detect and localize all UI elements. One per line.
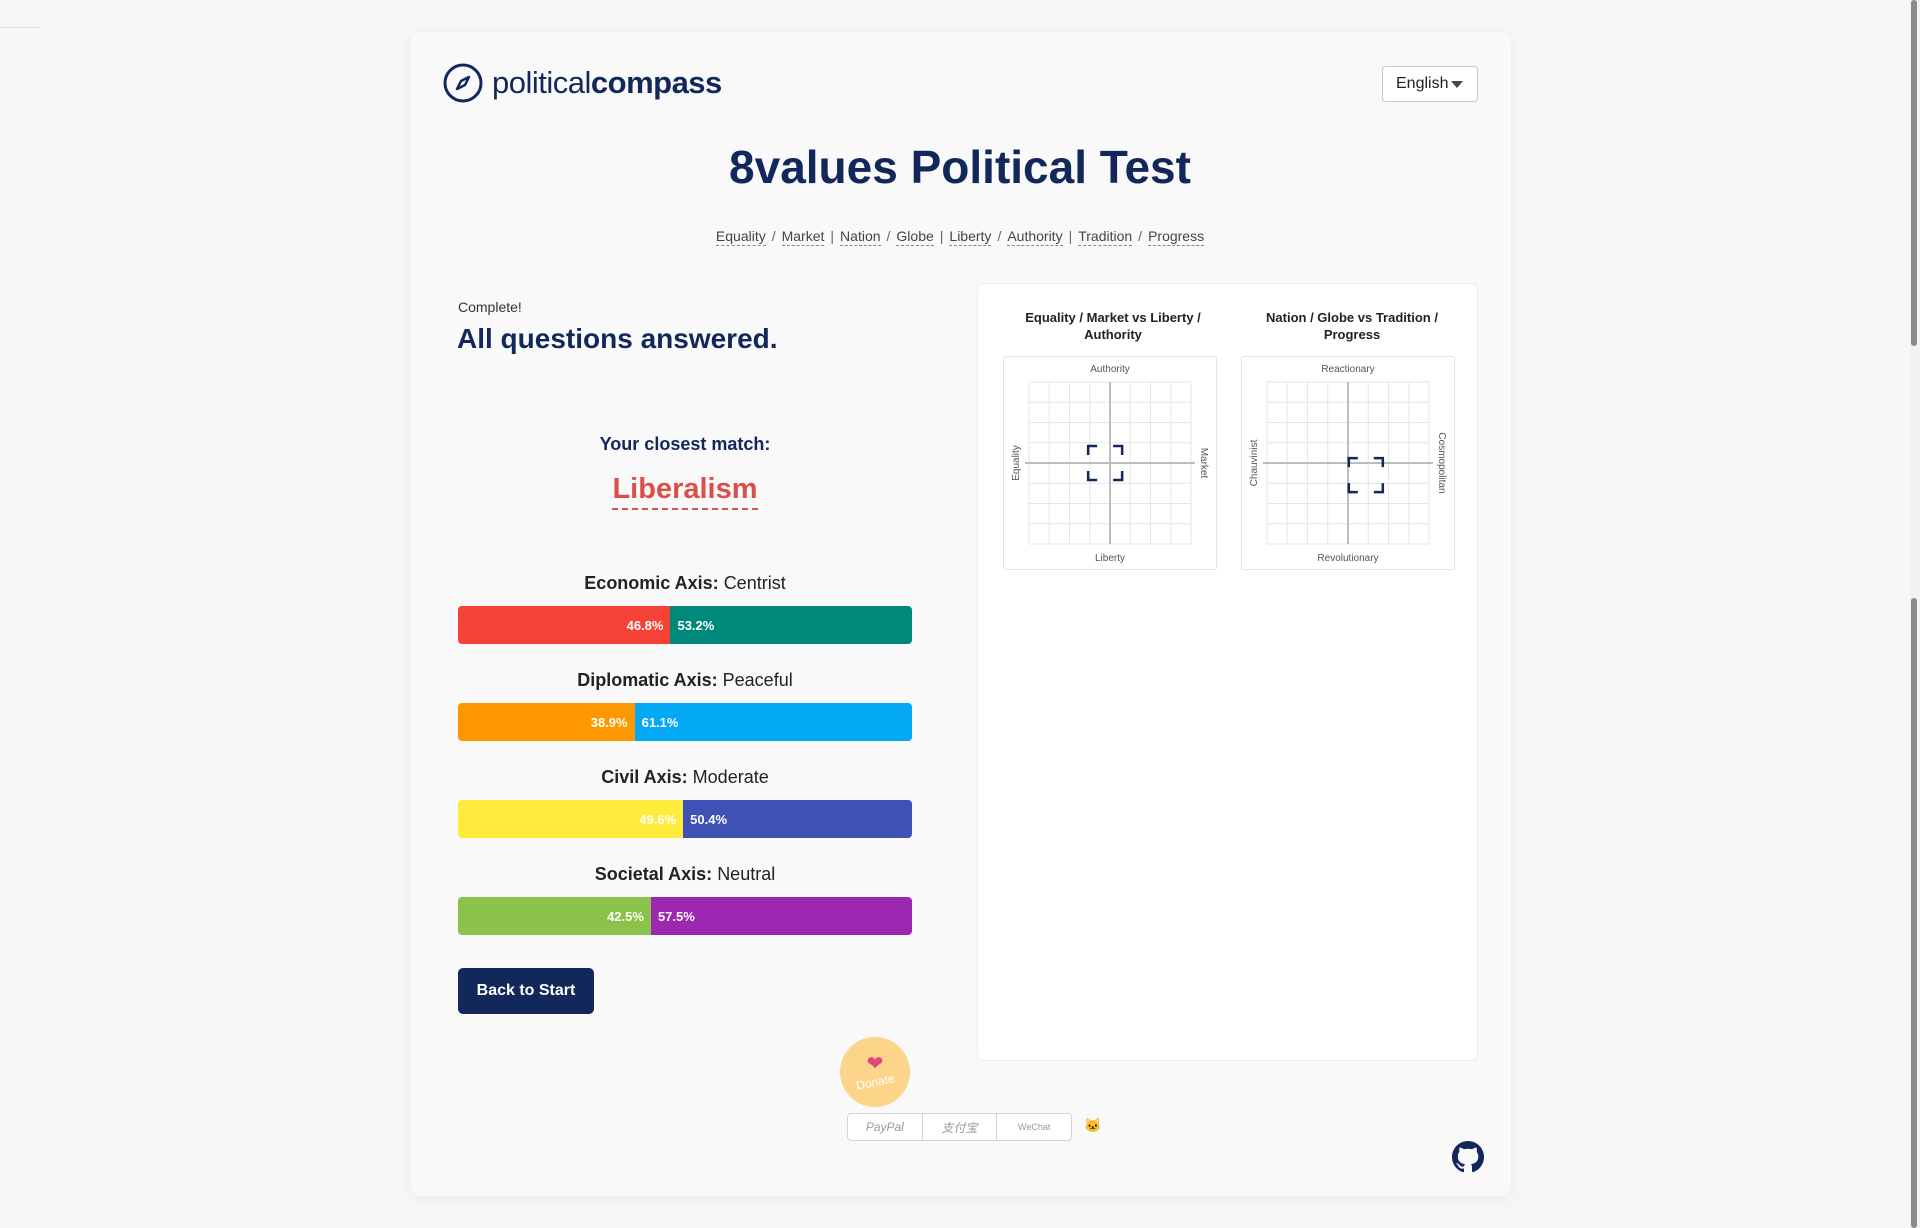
societal-axis-title: Societal Axis: Neutral [458, 864, 912, 885]
diplomatic-societal-chart: Reactionary Revolutionary Chauvinist Cosmop… [1241, 356, 1455, 570]
logo-text-second: compass [590, 65, 722, 100]
economic-civil-chart: Authority Liberty Equality Market [1003, 356, 1217, 570]
payment-methods: PayPal 支付宝 WeChat [847, 1113, 1072, 1141]
civil-axis-title: Civil Axis: Moderate [458, 767, 912, 788]
diplomatic-axis-bar: 38.9% 61.1% [458, 703, 912, 741]
axis-link-nation[interactable]: Nation [840, 228, 881, 246]
heart-icon: ❤ [866, 1053, 884, 1075]
ideology-link[interactable]: Liberalism [612, 473, 758, 510]
axis-bar-right: 53.2% [670, 606, 912, 644]
axis-bar-right: 61.1% [634, 703, 912, 741]
separator-pipe: | [830, 228, 835, 244]
separator-slash: / [1138, 228, 1143, 244]
edge-line [0, 27, 40, 28]
axis-label-bottom: Revolutionary [1317, 553, 1378, 564]
axis-name: Economic Axis: [584, 573, 719, 593]
axis-category: Peaceful [722, 670, 793, 690]
scrollbar-thumb[interactable] [1911, 0, 1917, 346]
axis-bar-left: 46.8% [458, 606, 671, 644]
back-to-start-button[interactable]: Back to Start [458, 968, 594, 1014]
scrollbar-thumb-secondary[interactable] [1911, 598, 1917, 1228]
separator-pipe: | [939, 228, 944, 244]
axis-name: Civil Axis: [601, 767, 688, 787]
separator-slash: / [771, 228, 776, 244]
axis-links: Equality / Market | Nation / Globe | Liberty / Aut… [0, 228, 1920, 246]
societal-axis-bar: 42.5% 57.5% [458, 897, 912, 935]
axis-label-right: Cosmopolitan [1436, 432, 1447, 493]
compass-chart-svg: Reactionary Revolutionary Chauvinist Cosmop… [1249, 364, 1447, 564]
axis-label-top: Reactionary [1321, 364, 1374, 375]
axis-label-left: Equality [1011, 445, 1022, 481]
civil-axis-bar: 49.6% 50.4% [458, 800, 912, 838]
status-heading: All questions answered. [457, 323, 778, 354]
charts-panel: Equality / Market vs Liberty / Authority… [977, 283, 1478, 1061]
axis-name: Diplomatic Axis: [577, 670, 718, 690]
cat-icon[interactable]: 🐱 [1084, 1117, 1101, 1134]
axis-link-authority[interactable]: Authority [1007, 228, 1063, 246]
separator-pipe: | [1068, 228, 1073, 244]
axis-label-right: Market [1198, 448, 1209, 479]
axis-bar-right: 57.5% [650, 897, 912, 935]
language-select[interactable]: English [1382, 66, 1478, 102]
status-label: Complete! [458, 299, 522, 315]
closest-match-label: Your closest match: [599, 434, 771, 454]
separator-slash: / [886, 228, 891, 244]
language-select-value: English [1396, 75, 1449, 92]
axis-bar-left: 49.6% [458, 800, 684, 838]
axis-label-bottom: Liberty [1095, 553, 1125, 564]
axis-link-globe[interactable]: Globe [896, 228, 934, 246]
compass-chart-svg: Authority Liberty Equality Market [1011, 364, 1209, 564]
axis-label-top: Authority [1090, 364, 1129, 375]
axis-bar-left: 38.9% [458, 703, 635, 741]
axis-link-tradition[interactable]: Tradition [1078, 228, 1133, 246]
chevron-down-icon [1451, 81, 1463, 88]
axis-category: Centrist [723, 573, 786, 593]
page-title: 8values Political Test [729, 141, 1191, 193]
axis-link-liberty[interactable]: Liberty [949, 228, 992, 246]
closest-match: Liberalism [458, 473, 912, 510]
axis-category: Neutral [717, 864, 776, 884]
paypal-button[interactable]: PayPal [848, 1114, 923, 1140]
diplomatic-axis-title: Diplomatic Axis: Peaceful [458, 670, 912, 691]
economic-axis-title: Economic Axis: Centrist [458, 573, 912, 594]
axis-link-market[interactable]: Market [781, 228, 825, 246]
logo[interactable]: politicalcompass [442, 62, 722, 104]
donate-button[interactable]: ❤ Donate [840, 1037, 910, 1107]
axis-link-progress[interactable]: Progress [1148, 228, 1205, 246]
axis-link-equality[interactable]: Equality [715, 228, 766, 246]
axis-category: Moderate [692, 767, 769, 787]
axis-name: Societal Axis: [594, 864, 713, 884]
separator-slash: / [997, 228, 1002, 244]
chart-title: Equality / Market vs Liberty / Authority [1025, 310, 1201, 342]
alipay-button[interactable]: 支付宝 [923, 1114, 998, 1140]
axis-label-left: Chauvinist [1249, 439, 1260, 486]
axis-bar-right: 50.4% [683, 800, 912, 838]
wechat-button[interactable]: WeChat [997, 1114, 1071, 1140]
logo-text-first: political [492, 65, 591, 100]
github-icon[interactable] [1452, 1141, 1484, 1173]
compass-icon [443, 63, 483, 103]
logo-text: politicalcompass [492, 65, 722, 101]
economic-axis-bar: 46.8% 53.2% [458, 606, 912, 644]
axis-bar-left: 42.5% [458, 897, 651, 935]
donate-label: Donate [854, 1071, 896, 1093]
chart-title: Nation / Globe vs Tradition / Progress [1266, 310, 1438, 342]
